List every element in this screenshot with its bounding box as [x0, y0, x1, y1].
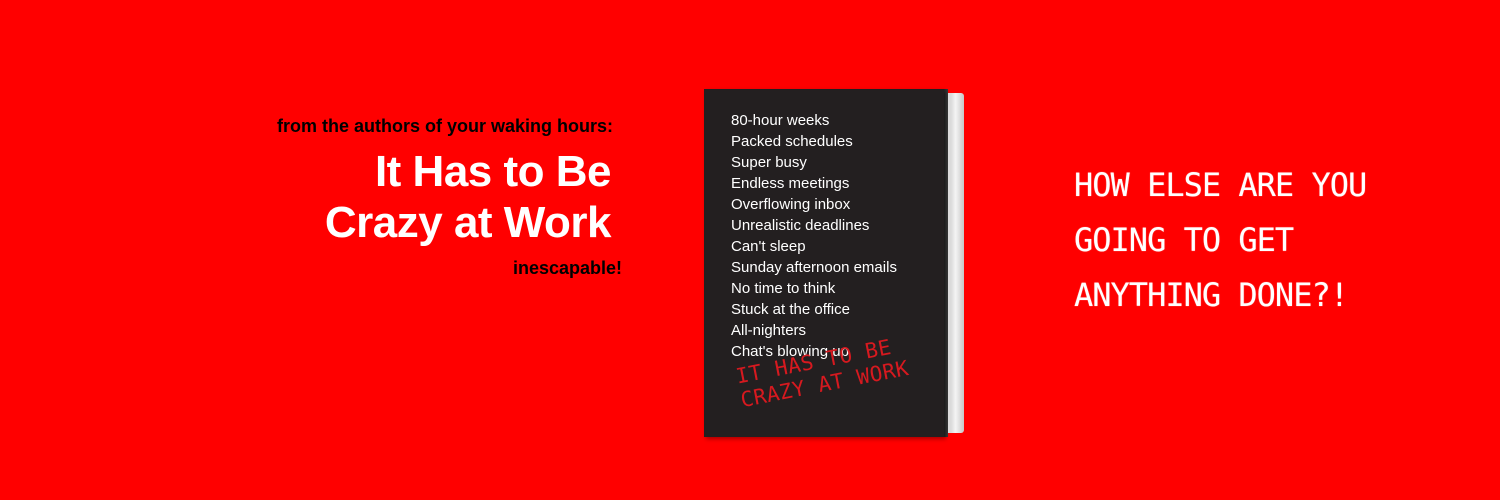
book-cover-image: 80-hour weeks Packed schedules Super bus…: [704, 89, 966, 437]
book-front-cover: 80-hour weeks Packed schedules Super bus…: [704, 89, 944, 437]
book-title-line-2: Crazy at Work: [324, 198, 612, 247]
cover-phrase: No time to think: [731, 280, 836, 297]
kicker-text: from the authors of your waking hours:: [276, 116, 613, 136]
cover-phrase: Stuck at the office: [731, 301, 850, 318]
cover-phrase: Packed schedules: [731, 133, 853, 150]
chalk-question-block: HOW ELSE ARE YOU GOING TO GET ANYTHING D…: [1074, 158, 1367, 323]
cover-phrase: Sunday afternoon emails: [731, 259, 897, 276]
cover-phrase: Endless meetings: [731, 175, 850, 192]
tagline-text: inescapable!: [512, 258, 622, 278]
cover-phrase: 80-hour weeks: [731, 112, 830, 129]
book-title-line-1: It Has to Be: [374, 147, 612, 196]
chalk-line-1: HOW ELSE ARE YOU: [1074, 166, 1367, 204]
cover-phrase: Super busy: [731, 154, 807, 171]
cover-phrase-list: 80-hour weeks Packed schedules Super bus…: [731, 110, 897, 362]
cover-phrase: Overflowing inbox: [731, 196, 851, 213]
cover-phrase: Can't sleep: [731, 238, 806, 255]
chalk-line-3: ANYTHING DONE?!: [1074, 276, 1349, 314]
chalk-line-2: GOING TO GET: [1074, 221, 1294, 259]
promo-banner: from the authors of your waking hours: I…: [0, 0, 1500, 500]
cover-phrase: Unrealistic deadlines: [731, 217, 870, 234]
